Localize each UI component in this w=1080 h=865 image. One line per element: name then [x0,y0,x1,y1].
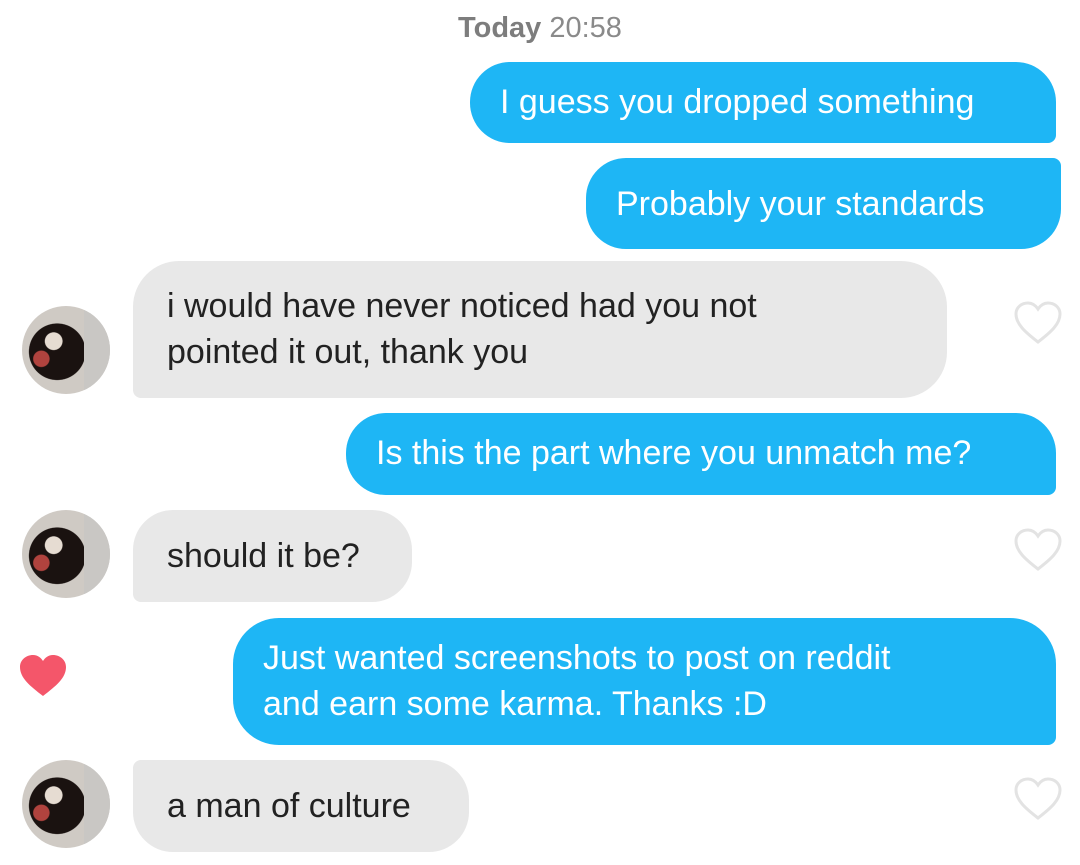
message-text: I guess you dropped something [500,83,975,121]
received-message-bubble[interactable]: i would have never noticed had you not p… [133,261,947,398]
heart-icon[interactable] [1013,528,1063,572]
received-message-bubble[interactable]: a man of culture [133,760,469,852]
message-text-line: and earn some karma. Thanks :D [263,685,767,723]
sent-message-bubble[interactable]: I guess you dropped something [470,62,1056,143]
heart-icon[interactable] [1013,777,1063,821]
match-avatar[interactable] [22,510,110,598]
match-avatar[interactable] [22,760,110,848]
message-text-line: pointed it out, thank you [167,333,529,371]
message-text-line: i would have never noticed had you not [167,287,757,325]
match-avatar[interactable] [22,306,110,394]
message-timestamp: Today 20:58 [0,12,1080,44]
message-text: Probably your standards [616,185,985,223]
received-message-bubble[interactable]: should it be? [133,510,412,602]
message-text: a man of culture [167,787,411,825]
timestamp-day: Today [458,12,542,44]
sent-message-bubble[interactable]: Is this the part where you unmatch me? [346,413,1056,495]
message-text: Is this the part where you unmatch me? [376,434,972,472]
message-text-line: Just wanted screenshots to post on reddi… [263,639,891,677]
sent-message-bubble[interactable]: Probably your standards [586,158,1061,249]
message-text: should it be? [167,537,360,575]
heart-icon[interactable] [1013,301,1063,345]
sent-message-bubble[interactable]: Just wanted screenshots to post on reddi… [233,618,1056,745]
heart-filled-icon[interactable] [18,654,68,698]
timestamp-time: 20:58 [549,12,622,44]
